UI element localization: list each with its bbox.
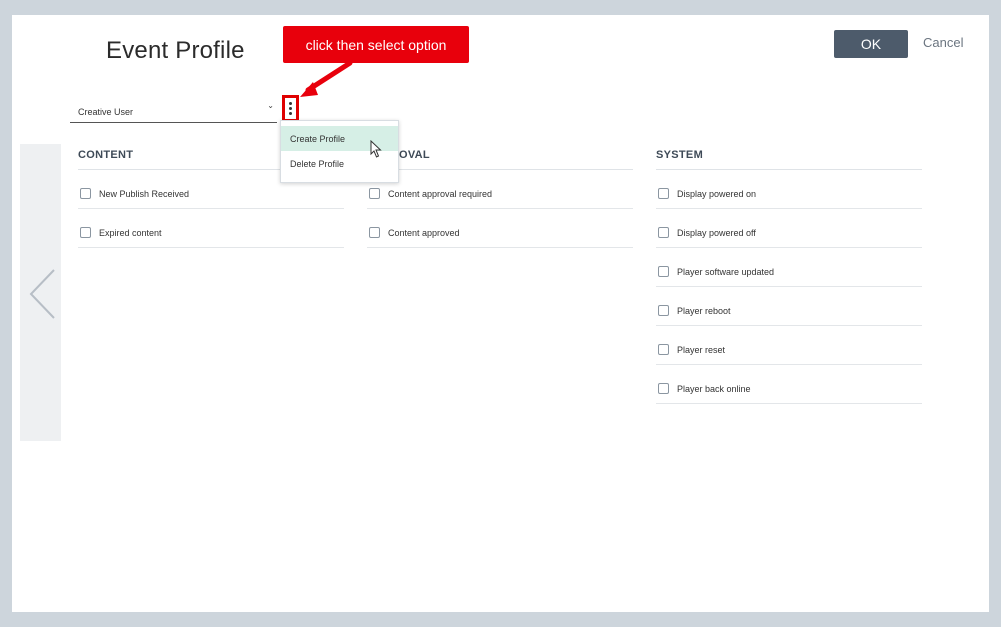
checkbox[interactable] (369, 188, 380, 199)
checkbox[interactable] (369, 227, 380, 238)
chevron-left-icon[interactable] (28, 268, 56, 320)
column-approval: OVAL Content approval required Content a… (367, 144, 633, 248)
column-system: SYSTEM Display powered on Display powere… (656, 144, 922, 404)
list-item[interactable]: Content approval required (367, 170, 633, 209)
more-options-icon[interactable] (282, 95, 299, 122)
checkbox[interactable] (658, 266, 669, 277)
list-item[interactable]: Expired content (78, 209, 344, 248)
checkbox[interactable] (80, 227, 91, 238)
event-profile-dialog: Event Profile OK Cancel Creative User ⌄ … (12, 15, 989, 612)
page-title: Event Profile (106, 37, 245, 64)
checkbox[interactable] (658, 344, 669, 355)
profile-select[interactable]: Creative User ⌄ (70, 95, 277, 123)
list-item[interactable]: Player reset (656, 326, 922, 365)
mouse-pointer-icon (370, 140, 382, 158)
list-item[interactable]: Display powered on (656, 170, 922, 209)
list-item[interactable]: Player reboot (656, 287, 922, 326)
profile-select-value: Creative User (78, 106, 134, 117)
checkbox[interactable] (658, 305, 669, 316)
instruction-callout: click then select option (283, 26, 469, 63)
cancel-button[interactable]: Cancel (923, 35, 963, 50)
list-item[interactable]: Player back online (656, 365, 922, 404)
chevron-down-icon: ⌄ (267, 101, 274, 110)
checkbox[interactable] (658, 188, 669, 199)
list-item[interactable]: Player software updated (656, 248, 922, 287)
list-item[interactable]: Display powered off (656, 209, 922, 248)
column-title: OVAL (367, 144, 633, 170)
checkbox[interactable] (658, 383, 669, 394)
ok-button[interactable]: OK (834, 30, 908, 58)
list-item[interactable]: Content approved (367, 209, 633, 248)
checkbox[interactable] (658, 227, 669, 238)
checkbox[interactable] (80, 188, 91, 199)
column-title: SYSTEM (656, 144, 922, 170)
